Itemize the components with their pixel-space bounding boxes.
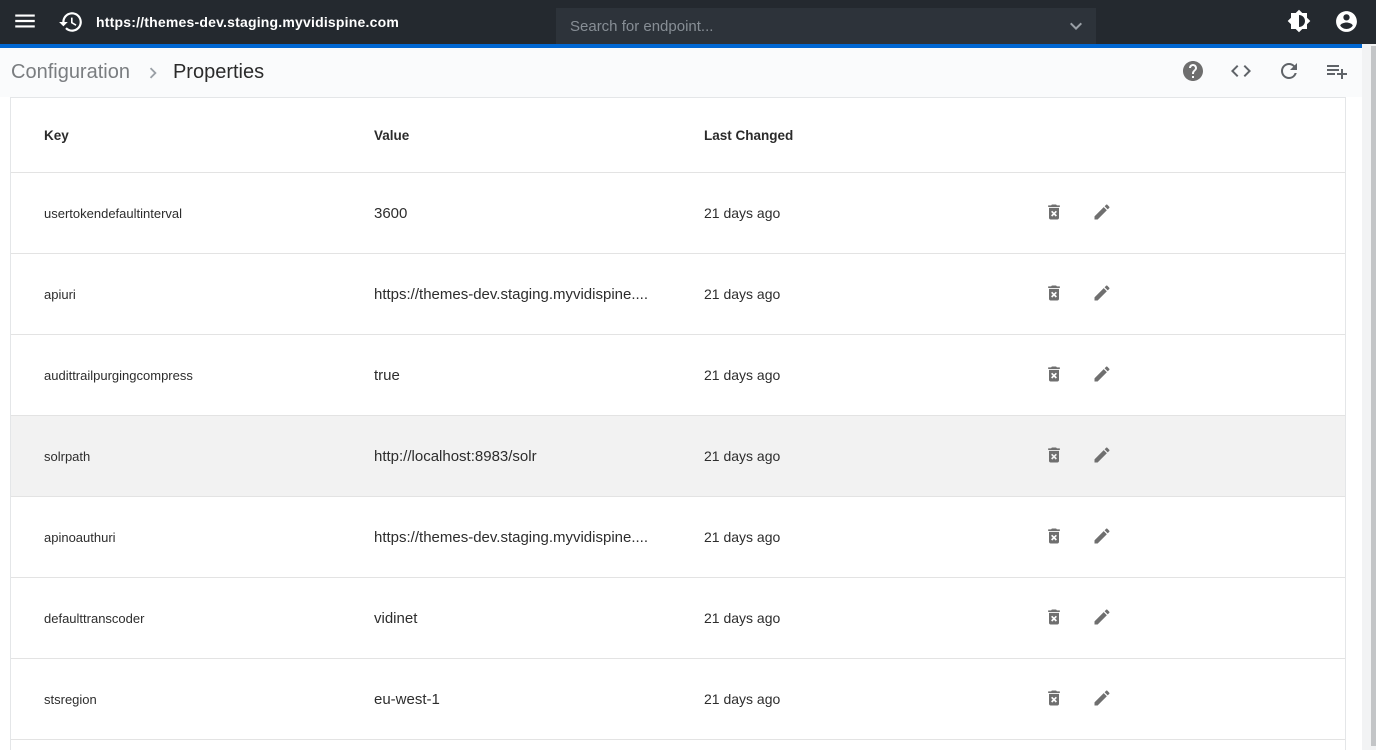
- history-icon: [58, 9, 84, 38]
- edit-property-button[interactable]: [1082, 193, 1122, 233]
- column-header-last-changed: Last Changed: [704, 128, 1034, 143]
- property-value: 3600: [374, 205, 704, 222]
- menu-button[interactable]: [12, 9, 38, 35]
- property-last-changed: 21 days ago: [704, 691, 1034, 707]
- row-actions: [1034, 355, 1345, 395]
- table-row[interactable]: solrpath http://localhost:8983/solr 21 d…: [11, 416, 1345, 497]
- brightness-icon: [1287, 9, 1311, 36]
- row-actions: [1034, 598, 1345, 638]
- delete-forever-icon: [1044, 202, 1064, 225]
- delete-property-button[interactable]: [1034, 598, 1074, 638]
- current-url: https://themes-dev.staging.myvidispine.c…: [96, 0, 399, 44]
- delete-forever-icon: [1044, 283, 1064, 306]
- table-row[interactable]: audittrailpurgingcompress true 21 days a…: [11, 335, 1345, 416]
- page-title: Properties: [173, 61, 264, 84]
- edit-pencil-icon: [1092, 607, 1112, 630]
- edit-property-button[interactable]: [1082, 679, 1122, 719]
- api-view-button[interactable]: [1229, 61, 1253, 85]
- property-key: solrpath: [44, 449, 374, 464]
- column-header-value: Value: [374, 128, 704, 143]
- row-actions: [1034, 436, 1345, 476]
- property-key: defaulttranscoder: [44, 611, 374, 626]
- refresh-button[interactable]: [1277, 61, 1301, 85]
- column-header-key: Key: [44, 128, 374, 143]
- delete-property-button[interactable]: [1034, 679, 1074, 719]
- property-last-changed: 21 days ago: [704, 205, 1034, 221]
- property-last-changed: 21 days ago: [704, 529, 1034, 545]
- table-row[interactable]: stsregion eu-west-1 21 days ago: [11, 659, 1345, 740]
- edit-pencil-icon: [1092, 445, 1112, 468]
- playlist-add-icon: [1325, 59, 1349, 86]
- edit-pencil-icon: [1092, 526, 1112, 549]
- row-actions: [1034, 274, 1345, 314]
- row-actions: [1034, 679, 1345, 719]
- delete-property-button[interactable]: [1034, 193, 1074, 233]
- chevron-down-icon[interactable]: [1064, 14, 1088, 38]
- table-row[interactable]: apiuri https://themes-dev.staging.myvidi…: [11, 254, 1345, 335]
- endpoint-search-box[interactable]: [556, 8, 1096, 44]
- delete-property-button[interactable]: [1034, 436, 1074, 476]
- chevron-right-icon: [142, 62, 164, 84]
- breadcrumb-bar: Configuration Properties: [0, 48, 1362, 97]
- account-circle-icon: [1334, 9, 1359, 37]
- delete-property-button[interactable]: [1034, 274, 1074, 314]
- properties-table-body: usertokendefaultinterval 3600 21 days ag…: [11, 173, 1345, 740]
- properties-table-card: Key Value Last Changed usertokendefaulti…: [10, 97, 1346, 750]
- edit-property-button[interactable]: [1082, 274, 1122, 314]
- delete-property-button[interactable]: [1034, 355, 1074, 395]
- edit-pencil-icon: [1092, 688, 1112, 711]
- help-button[interactable]: [1181, 61, 1205, 85]
- scrollbar-thumb[interactable]: [1371, 46, 1376, 746]
- breadcrumb-configuration[interactable]: Configuration: [11, 61, 130, 84]
- edit-property-button[interactable]: [1082, 598, 1122, 638]
- edit-property-button[interactable]: [1082, 436, 1122, 476]
- edit-property-button[interactable]: [1082, 355, 1122, 395]
- table-row[interactable]: apinoauthuri https://themes-dev.staging.…: [11, 497, 1345, 578]
- refresh-icon: [1277, 59, 1301, 86]
- property-value: vidinet: [374, 610, 704, 627]
- delete-forever-icon: [1044, 688, 1064, 711]
- property-key: stsregion: [44, 692, 374, 707]
- table-header-row: Key Value Last Changed: [11, 98, 1345, 173]
- property-key: usertokendefaultinterval: [44, 206, 374, 221]
- row-actions: [1034, 517, 1345, 557]
- table-row[interactable]: usertokendefaultinterval 3600 21 days ag…: [11, 173, 1345, 254]
- property-value: eu-west-1: [374, 691, 704, 708]
- delete-forever-icon: [1044, 445, 1064, 468]
- property-value: https://themes-dev.staging.myvidispine..…: [374, 286, 704, 303]
- code-icon: [1229, 59, 1253, 86]
- row-actions: [1034, 193, 1345, 233]
- property-value: https://themes-dev.staging.myvidispine..…: [374, 529, 704, 546]
- edit-pencil-icon: [1092, 202, 1112, 225]
- property-last-changed: 21 days ago: [704, 610, 1034, 626]
- delete-forever-icon: [1044, 526, 1064, 549]
- history-button[interactable]: [58, 10, 84, 36]
- help-icon: [1181, 59, 1205, 86]
- delete-property-button[interactable]: [1034, 517, 1074, 557]
- edit-property-button[interactable]: [1082, 517, 1122, 557]
- property-key: apiuri: [44, 287, 374, 302]
- top-navigation-bar: https://themes-dev.staging.myvidispine.c…: [0, 0, 1376, 44]
- property-value: http://localhost:8983/solr: [374, 448, 704, 465]
- vertical-scrollbar[interactable]: [1362, 44, 1376, 750]
- account-button[interactable]: [1334, 10, 1359, 35]
- property-key: apinoauthuri: [44, 530, 374, 545]
- breadcrumb: Configuration Properties: [11, 61, 264, 84]
- theme-toggle-button[interactable]: [1287, 10, 1311, 34]
- endpoint-search-input[interactable]: [556, 8, 1064, 44]
- property-last-changed: 21 days ago: [704, 286, 1034, 302]
- property-value: true: [374, 367, 704, 384]
- page-actions: [1181, 48, 1349, 97]
- delete-forever-icon: [1044, 607, 1064, 630]
- property-last-changed: 21 days ago: [704, 448, 1034, 464]
- add-property-button[interactable]: [1325, 61, 1349, 85]
- edit-pencil-icon: [1092, 283, 1112, 306]
- delete-forever-icon: [1044, 364, 1064, 387]
- edit-pencil-icon: [1092, 364, 1112, 387]
- table-row[interactable]: defaulttranscoder vidinet 21 days ago: [11, 578, 1345, 659]
- property-last-changed: 21 days ago: [704, 367, 1034, 383]
- property-key: audittrailpurgingcompress: [44, 368, 374, 383]
- hamburger-icon: [12, 8, 38, 37]
